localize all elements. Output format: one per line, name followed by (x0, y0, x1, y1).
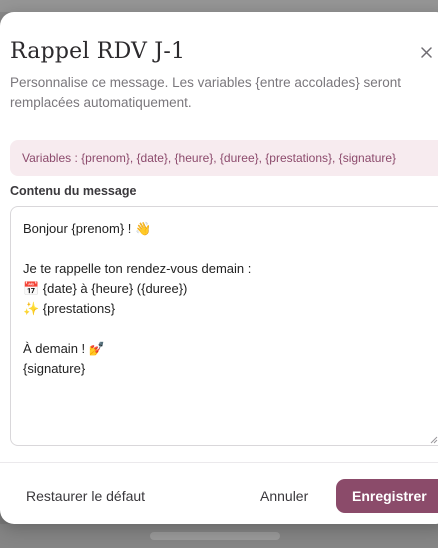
message-field-label: Contenu du message (10, 184, 137, 198)
footer-divider (0, 462, 438, 463)
message-textarea[interactable] (10, 206, 438, 446)
dialog-description: Personnalise ce message. Les variables {… (10, 75, 401, 110)
close-icon (420, 46, 432, 58)
cancel-button[interactable]: Annuler (260, 486, 308, 506)
variables-hint: Variables : {prenom}, {date}, {heure}, {… (10, 140, 438, 176)
message-template-dialog: Rappel RDV J-1 Personnalise ce message. … (0, 12, 438, 524)
resize-handle-icon[interactable] (430, 436, 438, 444)
background-chip (190, 532, 280, 540)
save-button[interactable]: Enregistrer (336, 479, 438, 513)
close-button[interactable] (417, 43, 435, 61)
background-header-strip (0, 0, 438, 12)
dialog-title: Rappel RDV J-1 (10, 39, 186, 64)
restore-default-button[interactable]: Restaurer le défaut (26, 486, 145, 506)
